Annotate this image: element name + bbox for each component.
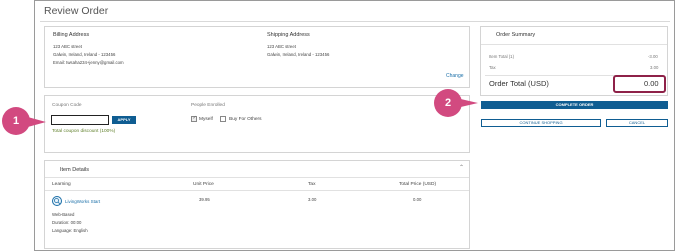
coupon-discount-text: Total coupon discount (100%)	[52, 129, 116, 134]
buy-for-others-label: Buy For Others	[229, 117, 262, 122]
collapse-chevron-icon[interactable]: ⌃	[459, 165, 464, 172]
billing-email: Email: twsaha234+jenny@gmail.com	[53, 60, 124, 65]
billing-heading: Billing Address	[53, 32, 90, 38]
continue-shopping-button[interactable]: CONTINUE SHOPPING	[481, 119, 601, 127]
item-details-heading: Item Details	[60, 167, 90, 173]
billing-street: 123 ABC street	[53, 44, 82, 49]
summary-divider	[481, 44, 667, 45]
column-learning: Learning	[52, 182, 71, 187]
cancel-button[interactable]: CANCEL	[606, 119, 668, 127]
order-summary-heading: Order Summary	[496, 32, 536, 38]
callout-badge-2: 2	[434, 89, 462, 117]
item-duration: Duration: 00:00	[52, 220, 82, 225]
item-details-panel	[44, 160, 470, 249]
people-enrolled-label: People Enrolled	[191, 103, 225, 108]
item-unit-price: 39.95	[199, 197, 210, 202]
item-header-divider	[45, 177, 469, 178]
checkmark-icon: ✓	[192, 115, 197, 121]
coupon-input[interactable]	[51, 115, 109, 125]
order-total-highlight	[613, 75, 666, 93]
item-total-label: Item Total (1)	[489, 54, 514, 59]
shipping-heading: Shipping Address	[267, 32, 310, 38]
item-columns-divider	[45, 190, 469, 191]
shipping-street: 123 ABC street	[267, 44, 296, 49]
myself-checkbox[interactable]: ✓	[191, 115, 197, 122]
myself-label: Myself	[199, 117, 213, 122]
item-language: Language: English	[52, 228, 88, 233]
coupon-label: Coupon Code	[52, 103, 82, 108]
shipping-city: Galwin, Ireland, Ireland - 123456	[267, 52, 330, 57]
page-title: Review Order	[44, 5, 109, 17]
tax-value: 3.00	[650, 65, 659, 70]
apply-coupon-button[interactable]: APPLY	[112, 116, 136, 124]
item-name-link[interactable]: LivingWorks Start	[65, 198, 100, 205]
item-total-value: -3.00	[648, 54, 658, 59]
billing-city: Galwin, Ireland, Ireland - 123456	[53, 52, 116, 57]
buy-for-others-checkbox[interactable]	[220, 116, 226, 122]
column-tax: Tax	[308, 182, 316, 187]
column-unit-price: Unit Price	[193, 182, 214, 187]
callout-badge-1: 1	[2, 107, 30, 135]
item-type: Web-Based	[52, 212, 75, 217]
item-total: 0.00	[413, 197, 422, 202]
change-address-link[interactable]: Change	[446, 73, 464, 80]
column-total-price: Total Price (USD)	[399, 182, 437, 187]
tax-label: Tax	[489, 65, 496, 70]
order-total-label: Order Total (USD)	[489, 79, 549, 88]
title-divider	[40, 21, 670, 22]
learning-type-icon	[52, 196, 62, 206]
complete-order-button[interactable]: COMPLETE ORDER	[481, 101, 668, 109]
item-tax: 3.00	[308, 197, 317, 202]
